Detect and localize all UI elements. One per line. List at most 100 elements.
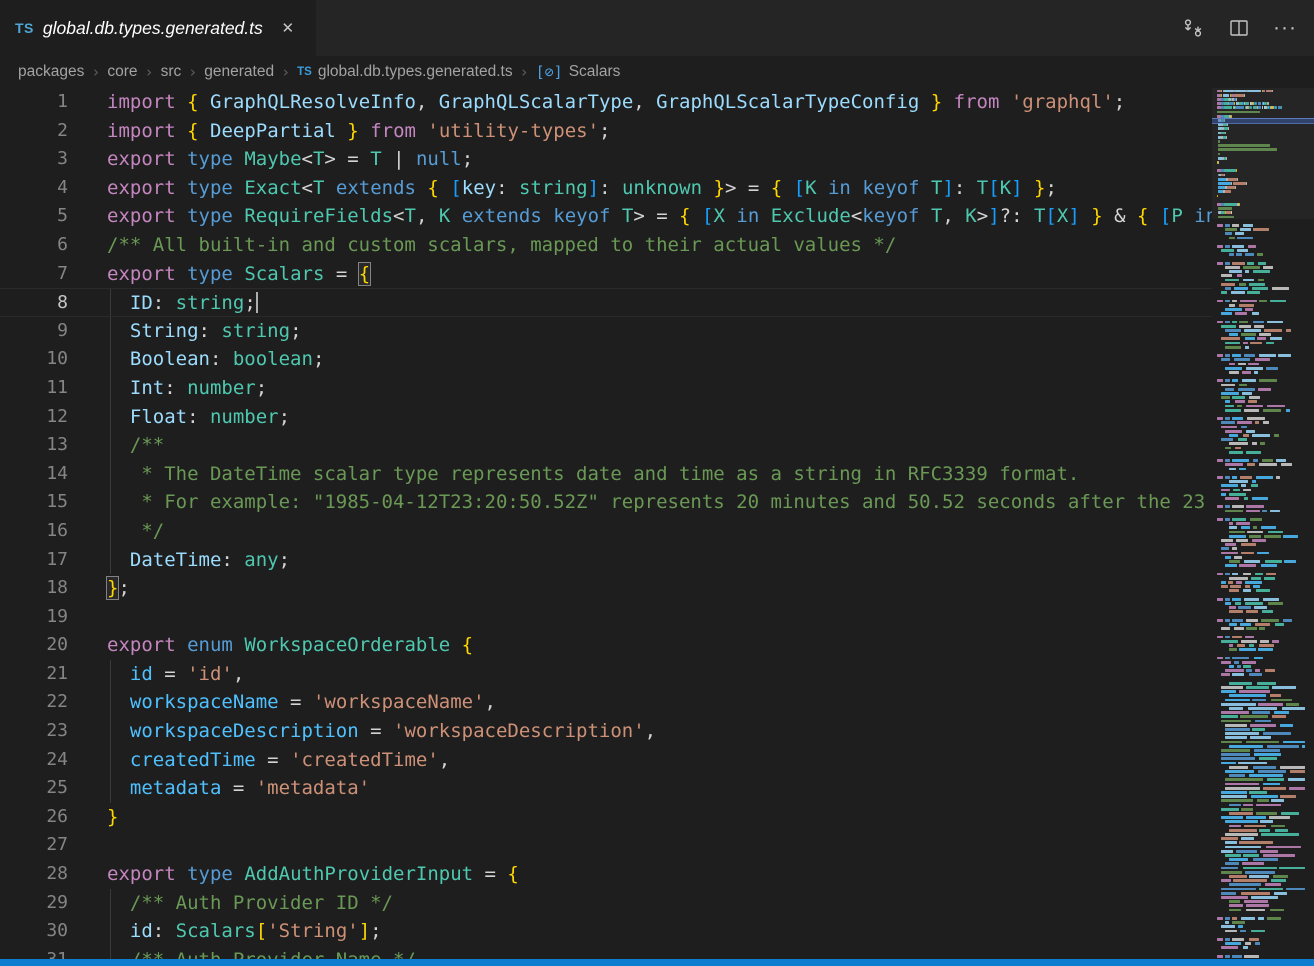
- minimap-line-mark: [1258, 917, 1264, 920]
- minimap-line-mark: [1229, 682, 1252, 685]
- minimap-line-mark: [1247, 262, 1254, 265]
- code-line-7[interactable]: 7export type Scalars = {: [0, 260, 1212, 289]
- code-text: export type Maybe<T> = T | null;: [68, 145, 1212, 174]
- code-line-30[interactable]: 30 id: Scalars['String'];: [0, 917, 1212, 946]
- code-line-28[interactable]: 28export type AddAuthProviderInput = {: [0, 860, 1212, 889]
- code-line-17[interactable]: 17 DateTime: any;: [0, 546, 1212, 575]
- minimap-line-mark: [1221, 757, 1255, 760]
- breadcrumb-item-core[interactable]: core: [107, 63, 137, 81]
- code-line-25[interactable]: 25 metadata = 'metadata': [0, 774, 1212, 803]
- code-line-29[interactable]: 29 /** Auth Provider ID */: [0, 889, 1212, 918]
- minimap-row: [1217, 450, 1306, 454]
- code-token: type: [187, 205, 233, 227]
- code-line-20[interactable]: 20export enum WorkspaceOrderable {: [0, 631, 1212, 660]
- code-token: {: [679, 205, 690, 227]
- minimap-line-mark: [1243, 665, 1250, 668]
- code-line-27[interactable]: 27: [0, 831, 1212, 860]
- code-line-2[interactable]: 2import { DeepPartial } from 'utility-ty…: [0, 117, 1212, 146]
- breadcrumb-item-global-db-types-generated-ts[interactable]: TSglobal.db.types.generated.ts: [297, 63, 512, 81]
- code-line-14[interactable]: 14 * The DateTime scalar type represents…: [0, 460, 1212, 489]
- code-line-9[interactable]: 9 String: string;: [0, 317, 1212, 346]
- breadcrumb-item-generated[interactable]: generated: [204, 63, 274, 81]
- indent-guide: [110, 403, 111, 432]
- open-changes-icon[interactable]: [1178, 13, 1208, 43]
- minimap-line-mark: [1241, 552, 1254, 555]
- code-editor[interactable]: 1import { GraphQLResolveInfo, GraphQLSca…: [0, 88, 1314, 959]
- minimap-line-mark: [1288, 778, 1305, 781]
- code-line-22[interactable]: 22 workspaceName = 'workspaceName',: [0, 688, 1212, 717]
- code-line-4[interactable]: 4export type Exact<T extends { [key: str…: [0, 174, 1212, 203]
- code-line-6[interactable]: 6/** All built-in and custom scalars, ma…: [0, 231, 1212, 260]
- minimap-row: [1217, 627, 1306, 631]
- code-line-15[interactable]: 15 * For example: "1985-04-12T23:20:50.5…: [0, 488, 1212, 517]
- line-number: 23: [0, 717, 68, 746]
- minimap-line-mark: [1221, 686, 1243, 689]
- minimap-line-mark: [1286, 703, 1299, 706]
- minimap-line-mark: [1237, 665, 1241, 668]
- minimap-line-mark: [1253, 321, 1264, 324]
- code-line-10[interactable]: 10 Boolean: boolean;: [0, 345, 1212, 374]
- code-token: metadata: [130, 777, 222, 799]
- minimap-line-mark: [1221, 888, 1256, 891]
- code-token: 'graphql': [1011, 91, 1114, 113]
- minimap-line-mark: [1218, 207, 1232, 210]
- more-actions-icon[interactable]: ···: [1270, 13, 1300, 43]
- minimap-line-mark: [1239, 203, 1240, 206]
- code-token: ]: [1068, 205, 1079, 227]
- code-token: ID: [130, 292, 153, 314]
- minimap-line-mark: [1240, 228, 1251, 231]
- tab-global-db-types[interactable]: TS global.db.types.generated.ts ✕: [0, 0, 316, 56]
- code-line-31[interactable]: 31 /** Auth Provider Name */: [0, 946, 1212, 959]
- code-line-26[interactable]: 26}: [0, 803, 1212, 832]
- code-line-8[interactable]: 8 ID: string;: [0, 288, 1212, 317]
- code-line-11[interactable]: 11 Int: number;: [0, 374, 1212, 403]
- minimap-line-mark: [1237, 178, 1238, 181]
- code-line-19[interactable]: 19: [0, 603, 1212, 632]
- code-token: ]: [942, 177, 953, 199]
- code-token: import: [107, 91, 176, 113]
- code-line-5[interactable]: 5export type RequireFields<T, K extends …: [0, 202, 1212, 231]
- minimap-line-mark: [1221, 581, 1226, 584]
- minimap-line-mark: [1218, 144, 1269, 147]
- minimap-line-mark: [1258, 262, 1265, 265]
- code-line-1[interactable]: 1import { GraphQLResolveInfo, GraphQLSca…: [0, 88, 1212, 117]
- minimap-line-mark: [1217, 224, 1223, 227]
- minimap-line-mark: [1218, 216, 1234, 219]
- code-line-12[interactable]: 12 Float: number;: [0, 403, 1212, 432]
- minimap-line-mark: [1238, 606, 1251, 609]
- breadcrumb-item-src[interactable]: src: [161, 63, 182, 81]
- minimap-line-mark: [1221, 552, 1238, 555]
- code-token: ,: [233, 663, 244, 685]
- minimap-line-mark: [1259, 644, 1274, 647]
- code-line-24[interactable]: 24 createdTime = 'createdTime',: [0, 746, 1212, 775]
- code-area[interactable]: 1import { GraphQLResolveInfo, GraphQLSca…: [0, 88, 1212, 959]
- minimap[interactable]: [1212, 88, 1314, 959]
- minimap-line-mark: [1221, 892, 1236, 895]
- minimap-line-mark: [1229, 745, 1263, 748]
- minimap-line-mark: [1246, 904, 1269, 907]
- code-line-21[interactable]: 21 id = 'id',: [0, 660, 1212, 689]
- code-token: <: [393, 205, 404, 227]
- minimap-line-mark: [1245, 337, 1255, 340]
- code-line-16[interactable]: 16 */: [0, 517, 1212, 546]
- code-line-23[interactable]: 23 workspaceDescription = 'workspaceDesc…: [0, 717, 1212, 746]
- breadcrumb-item-packages[interactable]: packages: [18, 63, 84, 81]
- minimap-line-mark: [1229, 812, 1253, 815]
- close-tab-icon[interactable]: ✕: [277, 17, 299, 39]
- minimap-line-mark: [1252, 442, 1258, 445]
- breadcrumb-item-scalars[interactable]: [⊘]Scalars: [536, 63, 621, 81]
- minimap-line-mark: [1249, 535, 1261, 538]
- code-token: id: [130, 920, 153, 942]
- code-line-3[interactable]: 3export type Maybe<T> = T | null;: [0, 145, 1212, 174]
- code-line-13[interactable]: 13 /**: [0, 431, 1212, 460]
- minimap-line-mark: [1221, 585, 1228, 588]
- minimap-line-mark: [1252, 497, 1268, 500]
- minimap-line-mark: [1221, 106, 1223, 109]
- minimap-line-mark: [1232, 673, 1244, 676]
- code-token: id: [130, 663, 153, 685]
- indent-guide: [110, 746, 111, 775]
- split-editor-icon[interactable]: [1224, 13, 1254, 43]
- minimap-line-mark: [1251, 896, 1278, 899]
- minimap-line-mark: [1229, 829, 1257, 832]
- code-line-18[interactable]: 18};: [0, 574, 1212, 603]
